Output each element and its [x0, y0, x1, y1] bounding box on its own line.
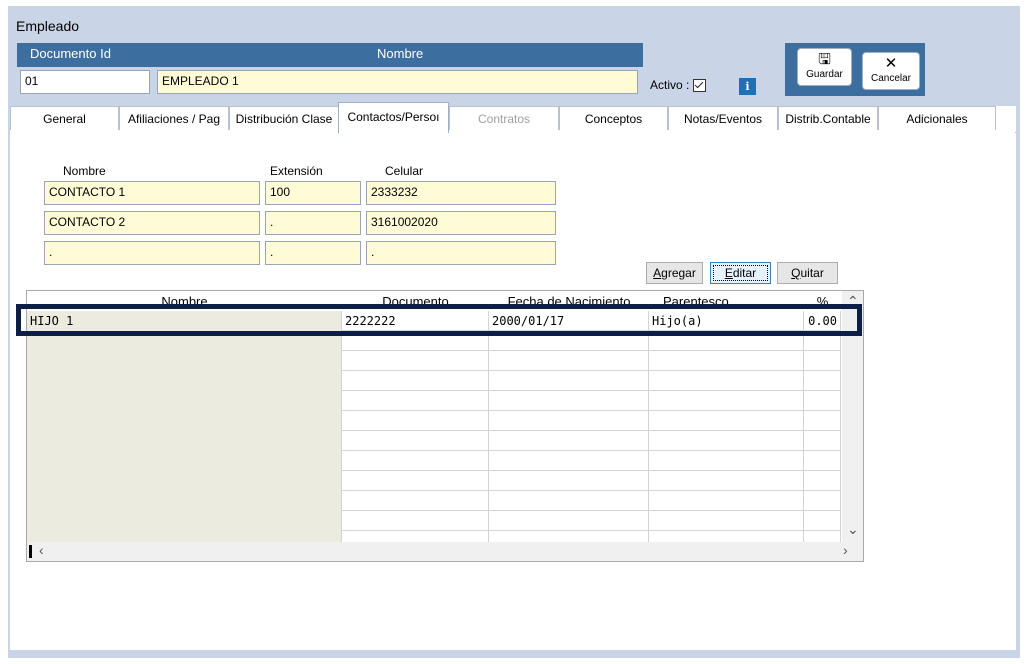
- tab-notas-eventos[interactable]: Notas/Eventos: [668, 106, 778, 130]
- contact-1-name-input[interactable]: CONTACTO 1: [44, 181, 260, 205]
- tab-distribucion-clase[interactable]: Distribución Clase: [229, 106, 339, 130]
- table-row[interactable]: [27, 431, 841, 451]
- title-bar: [8, 6, 1019, 40]
- table-row[interactable]: [27, 471, 841, 491]
- contact-2-celular-input[interactable]: 3161002020: [366, 211, 556, 235]
- contact-3-name-input[interactable]: .: [44, 241, 260, 265]
- floppy-disk-icon: 🖫: [818, 51, 831, 68]
- cancel-button[interactable]: ✕ Cancelar: [862, 52, 920, 90]
- save-button-label: Guardar: [806, 69, 843, 80]
- window-frame-bottom: [8, 650, 1020, 658]
- activo-checkbox[interactable]: [693, 79, 707, 93]
- table-row[interactable]: [27, 411, 841, 431]
- contact-3-celular-input[interactable]: .: [366, 241, 556, 265]
- table-row[interactable]: [27, 391, 841, 411]
- scroll-right-icon[interactable]: ›: [843, 542, 848, 558]
- table-row[interactable]: [27, 351, 841, 371]
- table-row[interactable]: [27, 491, 841, 511]
- contact-2-extension-input[interactable]: .: [265, 211, 361, 235]
- contact-2-name-input[interactable]: CONTACTO 2: [44, 211, 260, 235]
- editar-button[interactable]: Editar: [710, 262, 771, 284]
- quitar-button[interactable]: Quitar: [777, 262, 838, 284]
- table-row[interactable]: [27, 451, 841, 471]
- agregar-button[interactable]: Agregar: [646, 262, 703, 284]
- tab-adicionales[interactable]: Adicionales: [878, 106, 996, 130]
- contact-3-extension-input[interactable]: .: [265, 241, 361, 265]
- scroll-left-icon[interactable]: ‹: [39, 542, 44, 558]
- table-row[interactable]: [27, 371, 841, 391]
- employee-name-input[interactable]: EMPLEADO 1: [157, 70, 638, 94]
- scroll-thumb[interactable]: [29, 545, 32, 558]
- doc-id-input[interactable]: 01: [20, 70, 150, 94]
- selected-row-highlight: [16, 304, 862, 336]
- tab-afiliaciones[interactable]: Afiliaciones / Pag: [119, 106, 229, 130]
- contact-1-celular-input[interactable]: 2333232: [366, 181, 556, 205]
- activo-checkbox-group[interactable]: Activo :: [650, 78, 707, 93]
- scroll-down-icon[interactable]: ⌄: [847, 521, 859, 538]
- tab-conceptos[interactable]: Conceptos: [559, 106, 668, 130]
- tab-contratos[interactable]: Contratos: [449, 106, 559, 130]
- contact-name-header: Nombre: [63, 164, 106, 178]
- contact-celular-header: Celular: [385, 164, 424, 178]
- tab-distrib-contable[interactable]: Distrib.Contable: [778, 106, 878, 130]
- close-icon: ✕: [884, 55, 898, 72]
- tab-general[interactable]: General: [10, 106, 119, 130]
- info-icon[interactable]: i: [739, 78, 756, 95]
- contact-1-extension-input[interactable]: 100: [265, 181, 361, 205]
- grid-horizontal-scrollbar[interactable]: ‹ ›: [27, 542, 863, 561]
- table-row[interactable]: [27, 511, 841, 531]
- name-label: Nombre: [377, 46, 424, 61]
- window-title: Empleado: [16, 18, 80, 34]
- window-frame-right: [1016, 6, 1020, 656]
- activo-label: Activo :: [650, 78, 690, 92]
- cancel-button-label: Cancelar: [870, 73, 912, 84]
- doc-id-label: Documento Id: [30, 46, 111, 61]
- employee-window: Empleado Documento Id Nombre 01 EMPLEADO…: [0, 0, 1027, 664]
- contact-extension-header: Extensión: [270, 164, 323, 178]
- save-button[interactable]: 🖫 Guardar: [797, 48, 852, 86]
- tab-contactos[interactable]: Contactos/Persoı: [338, 102, 449, 133]
